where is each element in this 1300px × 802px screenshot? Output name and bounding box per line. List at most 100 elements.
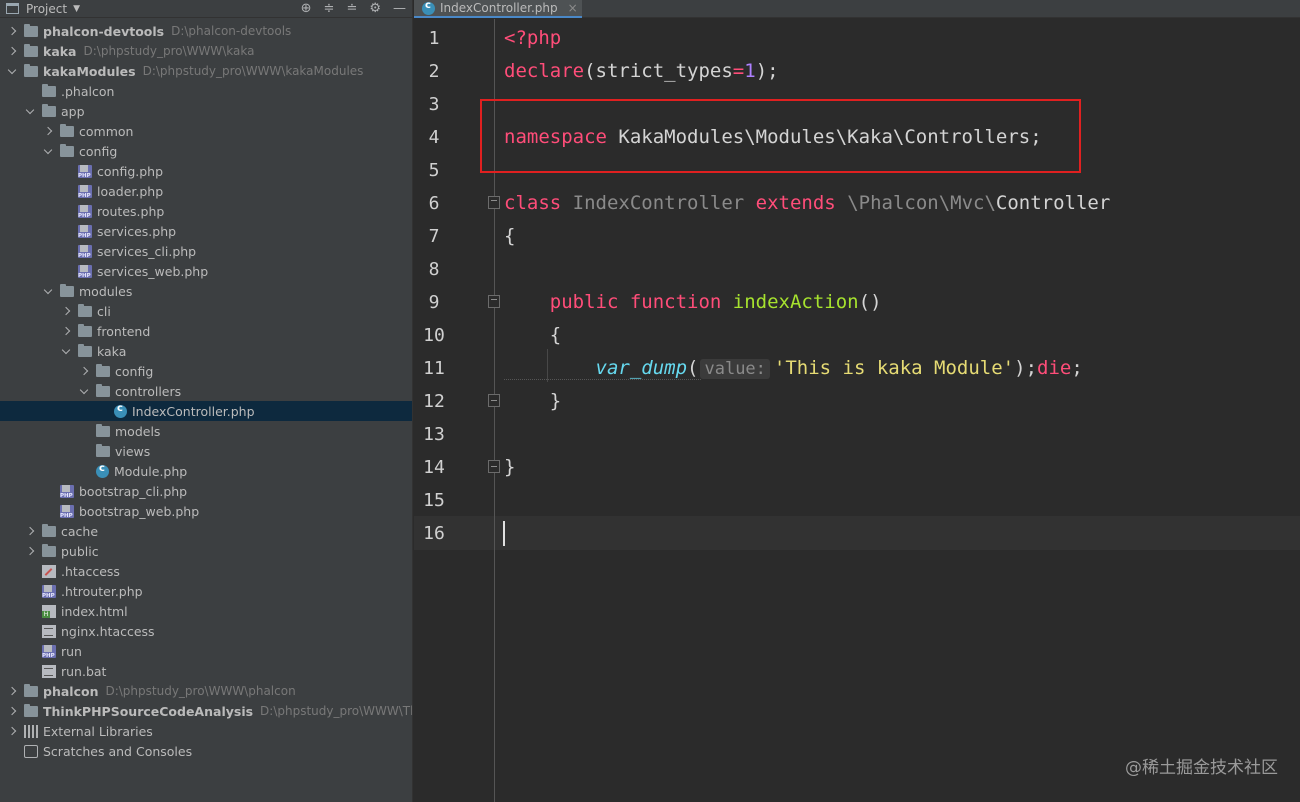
tree-item-label: cache (61, 523, 99, 539)
expand-all-icon[interactable]: ≑ (324, 0, 335, 18)
tree-item-label: config (79, 143, 118, 159)
gear-icon[interactable]: ⚙ (369, 0, 381, 18)
tree-item-label: .phalcon (61, 83, 115, 99)
tab-label: IndexController.php (440, 1, 558, 15)
tree-item-kakamodules[interactable]: kakaModules D:\phpstudy_pro\WWW\kakaModu… (0, 61, 412, 81)
code-line-12: } (504, 390, 562, 412)
tree-item-path: D:\phpstudy_pro\WWW\kaka (83, 44, 255, 58)
tree-item-bootstrap-cli-php[interactable]: bootstrap_cli.php (0, 481, 412, 501)
fold-marker-icon[interactable] (488, 460, 500, 473)
tree-item-views[interactable]: views (0, 441, 412, 461)
tree-item-index-html[interactable]: index.html (0, 601, 412, 621)
tree-item-loader-php[interactable]: loader.php (0, 181, 412, 201)
folder-icon (78, 344, 92, 357)
tree-item-phalcon-dir[interactable]: .phalcon (0, 81, 412, 101)
tree-item-services-web-php[interactable]: services_web.php (0, 261, 412, 281)
tree-item-models[interactable]: models (0, 421, 412, 441)
libraries-icon (24, 724, 38, 738)
chevron-down-icon[interactable] (42, 145, 54, 157)
chevron-right-icon[interactable] (6, 725, 18, 737)
tree-item-htaccess[interactable]: .htaccess (0, 561, 412, 581)
tree-item-label: cli (97, 303, 111, 319)
tree-item-module-php[interactable]: Module.php (0, 461, 412, 481)
php-file-icon (78, 264, 92, 279)
tree-item-label: models (115, 423, 161, 439)
folder-icon (96, 444, 110, 457)
tree-item-phalcon-devtools[interactable]: phalcon-devtools D:\phalcon-devtools (0, 21, 412, 41)
tree-item-run[interactable]: run (0, 641, 412, 661)
tree-item-cli[interactable]: cli (0, 301, 412, 321)
chevron-down-icon[interactable] (60, 345, 72, 357)
chevron-down-icon[interactable] (78, 385, 90, 397)
chevron-down-icon[interactable]: ▼ (73, 4, 80, 14)
chevron-down-icon[interactable] (24, 105, 36, 117)
tab-indexcontroller-php[interactable]: IndexController.php × (414, 0, 582, 18)
fold-marker-icon[interactable] (488, 295, 500, 308)
line-number: 16 (423, 523, 445, 544)
code-area[interactable]: 1 2 3 4 5 6 7 8 9 10 11 12 13 14 15 16 <… (414, 19, 1300, 802)
tree-item-kaka-module[interactable]: kaka (0, 341, 412, 361)
tree-item-routes-php[interactable]: routes.php (0, 201, 412, 221)
chevron-right-icon[interactable] (24, 525, 36, 537)
tree-item-indexcontroller-php[interactable]: IndexController.php (0, 401, 412, 421)
tree-item-public[interactable]: public (0, 541, 412, 561)
collapse-all-icon[interactable]: ≐ (346, 0, 357, 18)
tree-item-phalcon[interactable]: phalcon D:\phpstudy_pro\WWW\phalcon (0, 681, 412, 701)
folder-icon (78, 304, 92, 317)
chevron-right-icon[interactable] (60, 305, 72, 317)
line-number: 2 (428, 61, 440, 82)
fold-marker-icon[interactable] (488, 196, 500, 209)
tree-item-frontend[interactable]: frontend (0, 321, 412, 341)
line-number: 3 (428, 94, 440, 115)
code-line-2: declare(strict_types=1); (504, 60, 779, 82)
tree-item-label: controllers (115, 383, 182, 399)
chevron-right-icon[interactable] (6, 705, 18, 717)
tree-item-nginx-htaccess[interactable]: nginx.htaccess (0, 621, 412, 641)
chevron-right-icon[interactable] (6, 25, 18, 37)
chevron-right-icon[interactable] (42, 125, 54, 137)
tree-item-config-php[interactable]: config.php (0, 161, 412, 181)
tree-item-kaka[interactable]: kaka D:\phpstudy_pro\WWW\kaka (0, 41, 412, 61)
locate-icon[interactable]: ⊕ (301, 0, 312, 18)
chevron-right-icon[interactable] (78, 365, 90, 377)
minimize-icon[interactable]: — (393, 0, 406, 18)
tree-item-kaka-config[interactable]: config (0, 361, 412, 381)
chevron-down-icon[interactable] (6, 65, 18, 77)
tree-item-label: public (61, 543, 99, 559)
tree-item-htrouter-php[interactable]: .htrouter.php (0, 581, 412, 601)
tree-item-config[interactable]: config (0, 141, 412, 161)
tree-item-scratches[interactable]: Scratches and Consoles (0, 741, 412, 761)
tree-item-cache[interactable]: cache (0, 521, 412, 541)
php-file-icon (78, 244, 92, 259)
line-number: 7 (428, 226, 440, 247)
tree-item-label: Scratches and Consoles (43, 743, 193, 759)
chevron-right-icon[interactable] (6, 685, 18, 697)
chevron-down-icon[interactable] (42, 285, 54, 297)
folder-icon (42, 524, 56, 537)
tree-item-run-bat[interactable]: run.bat (0, 661, 412, 681)
chevron-right-icon[interactable] (60, 325, 72, 337)
tree-item-path: D:\phpstudy_pro\WWW\ThinkP (260, 704, 412, 718)
tree-item-services-php[interactable]: services.php (0, 221, 412, 241)
tree-item-external-libraries[interactable]: External Libraries (0, 721, 412, 741)
tree-item-label: services_web.php (97, 263, 209, 279)
project-panel-toolbar: ⊕ ≑ ≐ ⚙ — (301, 0, 406, 18)
php-file-icon (78, 204, 92, 219)
code-line-1: <?php (504, 27, 562, 49)
close-icon[interactable]: × (568, 1, 578, 15)
tree-item-modules[interactable]: modules (0, 281, 412, 301)
fold-marker-icon[interactable] (488, 394, 500, 407)
chevron-right-icon[interactable] (24, 545, 36, 557)
scratches-icon (24, 744, 38, 758)
tree-item-app[interactable]: app (0, 101, 412, 121)
project-panel-title[interactable]: Project (26, 2, 67, 16)
tree-item-services-cli-php[interactable]: services_cli.php (0, 241, 412, 261)
tree-item-label: .htrouter.php (61, 583, 143, 599)
php-file-icon (42, 644, 56, 659)
tree-item-controllers[interactable]: controllers (0, 381, 412, 401)
tree-item-common[interactable]: common (0, 121, 412, 141)
tree-item-thinkphp[interactable]: ThinkPHPSourceCodeAnalysis D:\phpstudy_p… (0, 701, 412, 721)
tree-item-bootstrap-web-php[interactable]: bootstrap_web.php (0, 501, 412, 521)
chevron-right-icon[interactable] (6, 45, 18, 57)
tree-item-label: kaka (97, 343, 127, 359)
